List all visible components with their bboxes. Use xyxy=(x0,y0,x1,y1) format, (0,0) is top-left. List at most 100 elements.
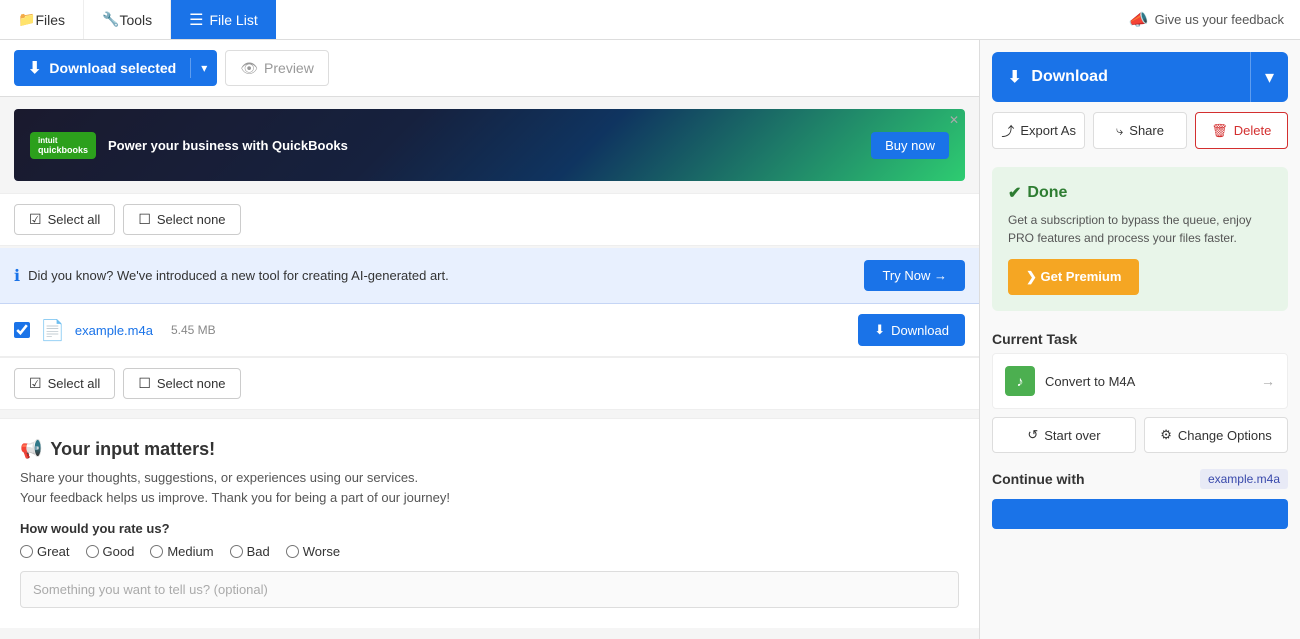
megaphone-feedback-icon: 📢 xyxy=(20,439,42,460)
action-buttons: ⤴ Export As ⤷ Share 🗑 Delete xyxy=(992,112,1288,149)
select-none-top-label: Select none xyxy=(157,212,226,227)
select-all-bottom-label: Select all xyxy=(48,376,101,391)
feedback-text: Give us your feedback xyxy=(1155,12,1284,27)
done-title-text: Done xyxy=(1027,184,1067,202)
file-download-button[interactable]: ⬇ Download xyxy=(858,314,965,346)
trash-icon: 🗑 xyxy=(1211,123,1228,139)
ad-logo: intuit quickbooks xyxy=(30,132,96,159)
restart-icon: ↺ xyxy=(1027,427,1038,443)
nav-tools[interactable]: 🔧 Tools xyxy=(84,0,171,39)
continue-file-badge: example.m4a xyxy=(1200,469,1288,489)
nav-tools-label: Tools xyxy=(119,12,152,28)
chevron-down-icon-right: ▾ xyxy=(1265,67,1274,88)
export-label: Export As xyxy=(1020,123,1076,138)
settings-icon: ⚙ xyxy=(1160,427,1172,443)
select-all-top-button[interactable]: ☑ Select all xyxy=(14,204,115,235)
file-size: 5.45 MB xyxy=(171,323,216,337)
ad-banner: intuit quickbooks Power your business wi… xyxy=(14,109,965,181)
task-actions: ↺ Start over ⚙ Change Options xyxy=(992,417,1288,453)
file-download-label: Download xyxy=(891,323,949,338)
tools-icon: 🔧 xyxy=(102,11,119,28)
preview-label: Preview xyxy=(264,60,314,76)
download-file-icon: ⬇ xyxy=(874,322,885,338)
done-title: ✔ Done xyxy=(1008,183,1272,203)
task-item: ♪ Convert to M4A → xyxy=(992,353,1288,409)
download-main-label: Download xyxy=(1031,68,1107,86)
rating-bad[interactable]: Bad xyxy=(230,544,270,559)
music-icon: ♪ xyxy=(1005,366,1035,396)
files-icon: 📁 xyxy=(18,11,35,28)
info-banner: ℹ Did you know? We've introduced a new t… xyxy=(0,248,979,304)
get-premium-button[interactable]: ❯ Get Premium xyxy=(1008,259,1139,295)
select-top-bar: ☑ Select all ☐ Select none xyxy=(0,193,979,246)
feedback-link[interactable]: 📣 Give us your feedback xyxy=(1129,10,1300,30)
share-label: Share xyxy=(1129,123,1164,138)
checkbox-empty-icon-2: ☐ xyxy=(138,375,151,392)
nav-file-list-label: File List xyxy=(209,12,257,28)
toolbar: ⬇ Download selected ▾ 👁 Preview xyxy=(0,40,979,97)
file-doc-icon: 📄 xyxy=(40,318,65,343)
preview-button[interactable]: 👁 Preview xyxy=(225,50,329,86)
feedback-desc1: Share your thoughts, suggestions, or exp… xyxy=(20,470,418,485)
download-main-button[interactable]: ⬇ Download ▾ xyxy=(992,52,1288,102)
select-bottom-bar: ☑ Select all ☐ Select none xyxy=(0,357,979,410)
rating-medium[interactable]: Medium xyxy=(150,544,213,559)
share-icon: ⤷ xyxy=(1116,123,1123,139)
done-section: ✔ Done Get a subscription to bypass the … xyxy=(992,167,1288,311)
megaphone-icon: 📣 xyxy=(1129,10,1149,30)
file-checkbox[interactable] xyxy=(14,322,30,338)
current-task-title: Current Task xyxy=(992,331,1288,347)
export-icon: ⤴ xyxy=(1001,121,1014,140)
ad-text: Power your business with QuickBooks xyxy=(108,138,859,153)
start-over-label: Start over xyxy=(1044,428,1100,443)
info-banner-text: Did you know? We've introduced a new too… xyxy=(28,268,449,283)
ad-close-icon[interactable]: ✕ xyxy=(949,113,959,127)
feedback-title-text: Your input matters! xyxy=(50,439,215,460)
export-as-button[interactable]: ⤴ Export As xyxy=(992,112,1085,149)
rating-great[interactable]: Great xyxy=(20,544,70,559)
check-icon: ✔ xyxy=(1008,183,1021,203)
select-none-top-button[interactable]: ☐ Select none xyxy=(123,204,240,235)
left-panel: ⬇ Download selected ▾ 👁 Preview intuit q… xyxy=(0,40,980,639)
main-layout: ⬇ Download selected ▾ 👁 Preview intuit q… xyxy=(0,40,1300,639)
change-options-button[interactable]: ⚙ Change Options xyxy=(1144,417,1288,453)
rating-good[interactable]: Good xyxy=(86,544,135,559)
optional-input[interactable]: Something you want to tell us? (optional… xyxy=(20,571,959,608)
nav-files[interactable]: 📁 Files xyxy=(0,0,84,39)
feedback-section: 📢 Your input matters! Share your thought… xyxy=(0,418,979,628)
download-selected-button[interactable]: ⬇ Download selected ▾ xyxy=(14,50,217,86)
delete-button[interactable]: 🗑 Delete xyxy=(1195,112,1288,149)
select-all-top-label: Select all xyxy=(48,212,101,227)
checkbox-checked-icon-2: ☑ xyxy=(29,375,42,392)
ad-buy-button[interactable]: Buy now xyxy=(871,132,949,159)
done-desc: Get a subscription to bypass the queue, … xyxy=(1008,211,1272,247)
download-selected-label: Download selected xyxy=(49,60,176,76)
list-icon: ☰ xyxy=(189,10,203,30)
task-arrow-icon: → xyxy=(1261,373,1275,389)
start-over-button[interactable]: ↺ Start over xyxy=(992,417,1136,453)
get-premium-label: ❯ Get Premium xyxy=(1026,269,1121,285)
nav-file-list[interactable]: ☰ File List xyxy=(171,0,276,39)
checkbox-checked-icon: ☑ xyxy=(29,211,42,228)
right-panel: ⬇ Download ▾ ⤴ Export As ⤷ Share 🗑 Delet… xyxy=(980,40,1300,639)
select-all-bottom-button[interactable]: ☑ Select all xyxy=(14,368,115,399)
select-none-bottom-label: Select none xyxy=(157,376,226,391)
try-now-button[interactable]: Try Now → xyxy=(864,260,965,291)
share-button[interactable]: ⤷ Share xyxy=(1093,112,1186,149)
eye-icon: 👁 xyxy=(240,60,258,77)
file-name: example.m4a xyxy=(75,323,153,338)
info-icon: ℹ xyxy=(14,266,20,286)
select-none-bottom-button[interactable]: ☐ Select none xyxy=(123,368,240,399)
continue-label: Continue with xyxy=(992,471,1085,487)
checkbox-empty-icon: ☐ xyxy=(138,211,151,228)
rating-label: How would you rate us? xyxy=(20,521,959,536)
top-nav: 📁 Files 🔧 Tools ☰ File List 📣 Give us yo… xyxy=(0,0,1300,40)
rating-worse[interactable]: Worse xyxy=(286,544,340,559)
task-name-label: Convert to M4A xyxy=(1045,374,1251,389)
continue-section: Continue with example.m4a xyxy=(992,469,1288,489)
feedback-desc: Share your thoughts, suggestions, or exp… xyxy=(20,468,959,507)
delete-label: Delete xyxy=(1234,123,1272,138)
download-icon: ⬇ xyxy=(28,58,41,78)
feedback-desc2: Your feedback helps us improve. Thank yo… xyxy=(20,490,450,505)
rating-options: Great Good Medium Bad Worse xyxy=(20,544,959,559)
